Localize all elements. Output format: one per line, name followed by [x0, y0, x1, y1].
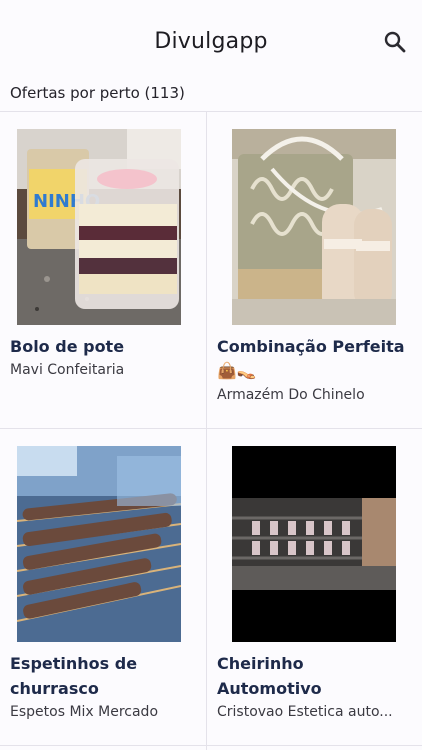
offer-image: NINHO [17, 129, 181, 325]
offer-store: Espetos Mix Mercado [10, 704, 159, 720]
search-button[interactable] [383, 30, 407, 54]
offer-image [17, 446, 181, 642]
offer-store: Armazém Do Chinelo [217, 387, 365, 403]
offer-image [232, 129, 396, 325]
offer-title: Espetinhos de churrasco [10, 654, 138, 698]
offer-image [232, 446, 396, 642]
offer-card[interactable]: Espetinhos de churrasco Espetos Mix Merc… [0, 428, 206, 745]
offer-store: Mavi Confeitaria [10, 362, 125, 378]
app-title: Divulgapp [154, 29, 268, 54]
offer-store: Cristovao Estetica auto... [217, 704, 393, 720]
divider [0, 745, 422, 746]
section-title: Ofertas por perto (113) [10, 84, 185, 102]
offer-card[interactable]: NINHO Bolo de pote Mavi Confeitaria [0, 111, 206, 428]
offer-title: Bolo de pote [10, 337, 125, 356]
offer-title: Cheirinho Automotivo [217, 654, 322, 698]
search-icon [384, 31, 406, 53]
app-bar: Divulgapp [0, 0, 422, 78]
offer-emoji: 👜👡 [217, 361, 257, 380]
offer-title: Combinação Perfeita [217, 337, 405, 356]
offer-card[interactable]: Cheirinho Automotivo Cristovao Estetica … [207, 428, 413, 745]
offer-card[interactable]: Combinação Perfeita 👜👡 Armazém Do Chinel… [207, 111, 413, 428]
